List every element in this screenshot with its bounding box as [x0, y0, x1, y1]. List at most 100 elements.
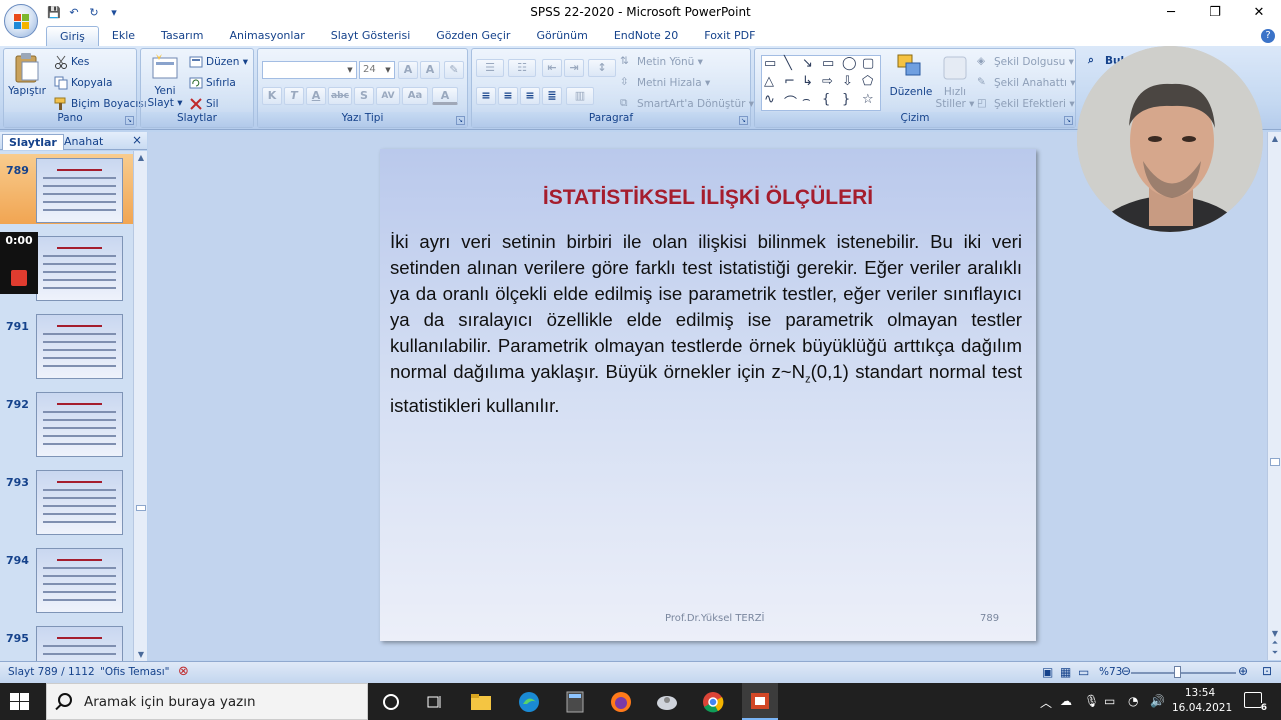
- right-brace-shape-icon[interactable]: }: [842, 92, 850, 107]
- slide-thumbnail[interactable]: 792: [0, 388, 133, 458]
- scroll-thumb[interactable]: [136, 505, 146, 511]
- elbow-arrow-shape-icon[interactable]: ↳: [802, 74, 813, 89]
- slideshow-view-icon[interactable]: ▭: [1078, 665, 1089, 679]
- next-slide-icon[interactable]: ⏷: [1270, 648, 1280, 658]
- show-hidden-icons-icon[interactable]: ︿: [1040, 694, 1052, 711]
- freeform-shape-icon[interactable]: ⌢: [802, 92, 811, 107]
- wifi-icon[interactable]: ◔: [1128, 694, 1138, 708]
- shrink-font-icon[interactable]: A: [420, 61, 440, 79]
- arrange-button[interactable]: Düzenle: [889, 53, 933, 98]
- fit-to-window-icon[interactable]: ⊡: [1262, 664, 1272, 678]
- slide-thumbnail[interactable]: 789: [0, 154, 133, 224]
- notifications-icon[interactable]: 6: [1244, 692, 1267, 713]
- tab-2[interactable]: Tasarım: [148, 26, 216, 46]
- slide-thumbnail[interactable]: 791: [0, 310, 133, 380]
- numbering-icon[interactable]: ☷: [508, 59, 536, 77]
- shape-outline-button[interactable]: ✎ Şekil Anahattı ▾: [977, 76, 1076, 90]
- flowchart-shape-icon[interactable]: ⬠: [862, 74, 873, 89]
- microphone-icon[interactable]: 🎙: [1084, 694, 1099, 708]
- restore-button[interactable]: ❐: [1193, 0, 1237, 24]
- tab-1[interactable]: Ekle: [99, 26, 148, 46]
- scroll-up-icon[interactable]: ▲: [136, 153, 146, 162]
- reset-button[interactable]: Sıfırla: [189, 76, 236, 90]
- tab-4[interactable]: Slayt Gösterisi: [318, 26, 424, 46]
- zoom-in-icon[interactable]: ⊕: [1238, 664, 1248, 678]
- customize-qat-icon[interactable]: ▾: [106, 4, 122, 20]
- clear-format-icon[interactable]: ✎: [444, 61, 464, 79]
- dialog-launcher-icon[interactable]: ↘: [125, 116, 134, 125]
- slide-scrollbar[interactable]: ▲ ▼ ⏶ ⏷: [1267, 132, 1281, 660]
- tab-0[interactable]: Giriş: [46, 26, 99, 46]
- new-slide-button[interactable]: Yeni Slayt ▾: [145, 52, 185, 109]
- scroll-thumb[interactable]: [1270, 458, 1280, 466]
- volume-icon[interactable]: 🔊: [1150, 694, 1165, 708]
- decrease-indent-icon[interactable]: ⇤: [542, 59, 562, 77]
- taskbar-clock[interactable]: 13:54 16.04.2021: [1172, 686, 1232, 716]
- spellcheck-icon[interactable]: ⊗: [178, 664, 189, 679]
- align-right-icon[interactable]: ≡: [520, 87, 540, 105]
- taskbar-search-box[interactable]: Aramak için buraya yazın: [46, 683, 368, 720]
- tab-8[interactable]: Foxit PDF: [691, 26, 768, 46]
- left-brace-shape-icon[interactable]: {: [822, 92, 830, 107]
- oval-shape-icon[interactable]: ◯: [842, 56, 857, 71]
- file-explorer-icon[interactable]: [468, 689, 494, 715]
- office-button[interactable]: [4, 4, 38, 38]
- slide-body[interactable]: İki ayrı veri setinin birbiri ile olan i…: [390, 229, 1022, 419]
- chrome-icon[interactable]: [700, 689, 726, 715]
- tab-3[interactable]: Animasyonlar: [216, 26, 317, 46]
- bullets-icon[interactable]: ☰: [476, 59, 504, 77]
- windows-start-icon[interactable]: [10, 693, 30, 711]
- quick-styles-button[interactable]: Hızlı Stiller ▾: [935, 53, 975, 110]
- dialog-launcher-icon[interactable]: ↘: [739, 116, 748, 125]
- char-spacing-button[interactable]: AV: [376, 87, 400, 105]
- thumbnails-scrollbar[interactable]: ▲ ▼: [133, 151, 147, 661]
- powerpoint-taskbar-icon[interactable]: [742, 683, 778, 720]
- edge-browser-icon[interactable]: [516, 689, 542, 715]
- delete-slide-button[interactable]: Sil: [189, 97, 219, 111]
- zoom-slider[interactable]: [1131, 672, 1236, 674]
- dialog-launcher-icon[interactable]: ↘: [1064, 116, 1073, 125]
- zoom-slider-thumb[interactable]: [1174, 666, 1181, 678]
- dialog-launcher-icon[interactable]: ↘: [456, 116, 465, 125]
- rounded-rect-shape-icon[interactable]: ▢: [862, 56, 874, 71]
- scroll-down-icon[interactable]: ▼: [1270, 629, 1280, 638]
- italic-button[interactable]: T: [284, 87, 304, 105]
- strikethrough-button[interactable]: abc: [328, 87, 352, 105]
- scroll-up-icon[interactable]: ▲: [1270, 134, 1280, 143]
- triangle-shape-icon[interactable]: △: [764, 74, 774, 89]
- arrow-line-shape-icon[interactable]: ↘: [802, 56, 813, 71]
- current-slide[interactable]: İSTATİSTİKSEL İLİŞKİ ÖLÇÜLERİ İki ayrı v…: [380, 149, 1036, 641]
- font-name-combo[interactable]: ▼: [262, 61, 357, 79]
- battery-icon[interactable]: ▭: [1104, 694, 1115, 708]
- shadow-button[interactable]: S: [354, 87, 374, 105]
- columns-icon[interactable]: ▥: [566, 87, 594, 105]
- tab-7[interactable]: EndNote 20: [601, 26, 691, 46]
- font-size-combo[interactable]: 24 ▼: [359, 61, 395, 79]
- app-icon[interactable]: [654, 689, 680, 715]
- justify-icon[interactable]: ≣: [542, 87, 562, 105]
- arc-shape-icon[interactable]: ⌒: [784, 92, 797, 111]
- firefox-icon[interactable]: [608, 689, 634, 715]
- align-center-icon[interactable]: ≡: [498, 87, 518, 105]
- cut-button[interactable]: Kes: [54, 55, 89, 69]
- calculator-icon[interactable]: [562, 689, 588, 715]
- shapes-gallery[interactable]: ▭ ╲ ↘ ▭ ◯ ▢ △ ⌐ ↳ ⇨ ⇩ ⬠ ∿ ⌒ ⌢ { } ☆: [761, 55, 881, 111]
- slide-thumbnail[interactable]: 794: [0, 544, 133, 614]
- grow-font-icon[interactable]: A: [398, 61, 418, 79]
- normal-view-icon[interactable]: ▣: [1042, 665, 1053, 679]
- font-color-button[interactable]: A: [432, 87, 458, 105]
- text-direction-button[interactable]: ⇅ Metin Yönü ▾: [620, 55, 703, 69]
- stop-recording-button[interactable]: [11, 270, 27, 286]
- close-pane-icon[interactable]: ×: [132, 133, 142, 147]
- format-painter-button[interactable]: Biçim Boyacısı: [54, 97, 147, 111]
- bold-button[interactable]: K: [262, 87, 282, 105]
- slide-title[interactable]: İSTATİSTİKSEL İLİŞKİ ÖLÇÜLERİ: [380, 186, 1036, 210]
- tab-outline-pane[interactable]: Anahat: [58, 134, 109, 150]
- curve-shape-icon[interactable]: ∿: [764, 92, 775, 107]
- change-case-button[interactable]: Aa: [402, 87, 428, 105]
- help-icon[interactable]: ?: [1261, 29, 1275, 43]
- star-shape-icon[interactable]: ☆: [862, 92, 874, 107]
- onedrive-icon[interactable]: ☁: [1060, 694, 1072, 708]
- slide-sorter-view-icon[interactable]: ▦: [1060, 665, 1071, 679]
- previous-slide-icon[interactable]: ⏶: [1270, 638, 1280, 648]
